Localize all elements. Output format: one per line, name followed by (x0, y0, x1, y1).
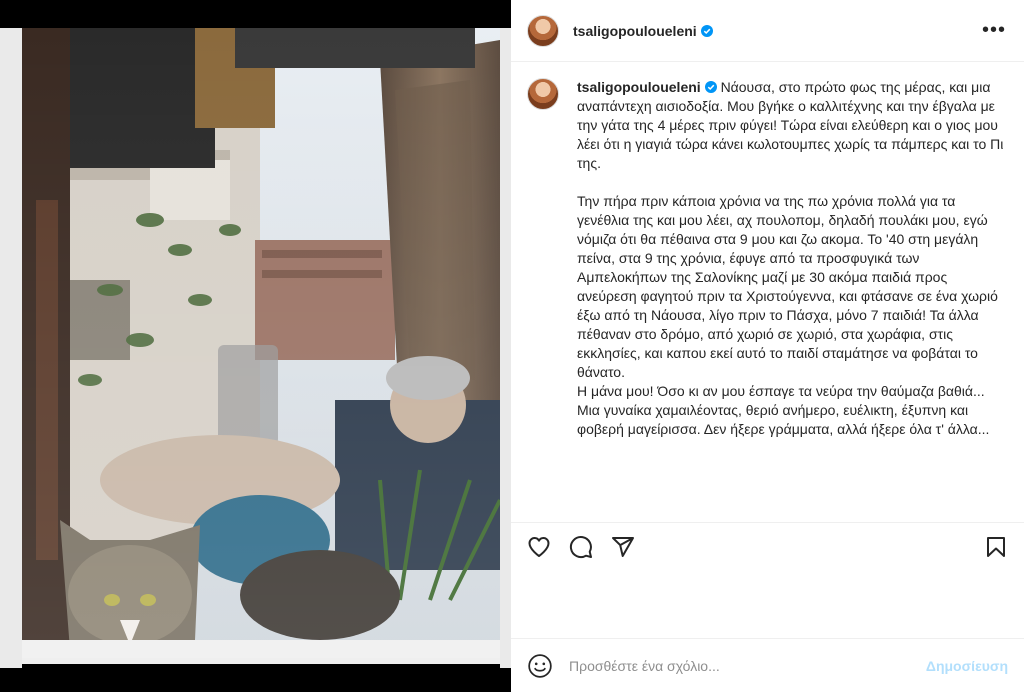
caption-paragraph-1: tsaligopouloueleni Νάουσα, στο πρώτο φως… (577, 78, 1006, 173)
more-options-icon[interactable]: ••• (982, 19, 1006, 42)
caption-paragraph-2: Την πήρα πριν κάποια χρόνια να της πω χρ… (577, 193, 998, 380)
heart-icon[interactable] (527, 535, 551, 559)
post-image (0, 0, 511, 692)
comment-icon[interactable] (569, 535, 593, 559)
post-comment-button[interactable]: Δημοσίευση (926, 658, 1008, 674)
comment-input[interactable] (569, 657, 926, 674)
post-header: tsaligopouloueleni ••• (511, 0, 1024, 62)
emoji-icon[interactable] (527, 653, 553, 679)
caption-paragraph-3: Η μάνα μου! Όσο κι αν μου έσπαγε τα νεύρ… (577, 383, 985, 399)
caption-username-link[interactable]: tsaligopouloueleni (577, 79, 701, 95)
post-side-panel: tsaligopouloueleni ••• tsaligopoulouelen… (511, 0, 1024, 692)
share-icon[interactable] (611, 535, 635, 559)
caption-verified-badge-icon (704, 81, 717, 93)
action-bar (511, 522, 1024, 637)
bookmark-icon[interactable] (984, 535, 1008, 559)
caption-avatar[interactable] (527, 78, 559, 110)
caption-area: tsaligopouloueleni Νάουσα, στο πρώτο φως… (511, 62, 1024, 522)
caption-paragraph-4: Μια γυναίκα χαμαιλέοντας, θεριό ανήμερο,… (577, 402, 990, 437)
username-link[interactable]: tsaligopouloueleni (573, 23, 697, 39)
comment-bar: Δημοσίευση (511, 638, 1024, 692)
avatar[interactable] (527, 14, 559, 47)
caption: tsaligopouloueleni Νάουσα, στο πρώτο φως… (577, 78, 1006, 522)
verified-badge-icon (700, 24, 713, 37)
post-photo[interactable] (0, 0, 511, 692)
action-icons (527, 535, 1008, 559)
